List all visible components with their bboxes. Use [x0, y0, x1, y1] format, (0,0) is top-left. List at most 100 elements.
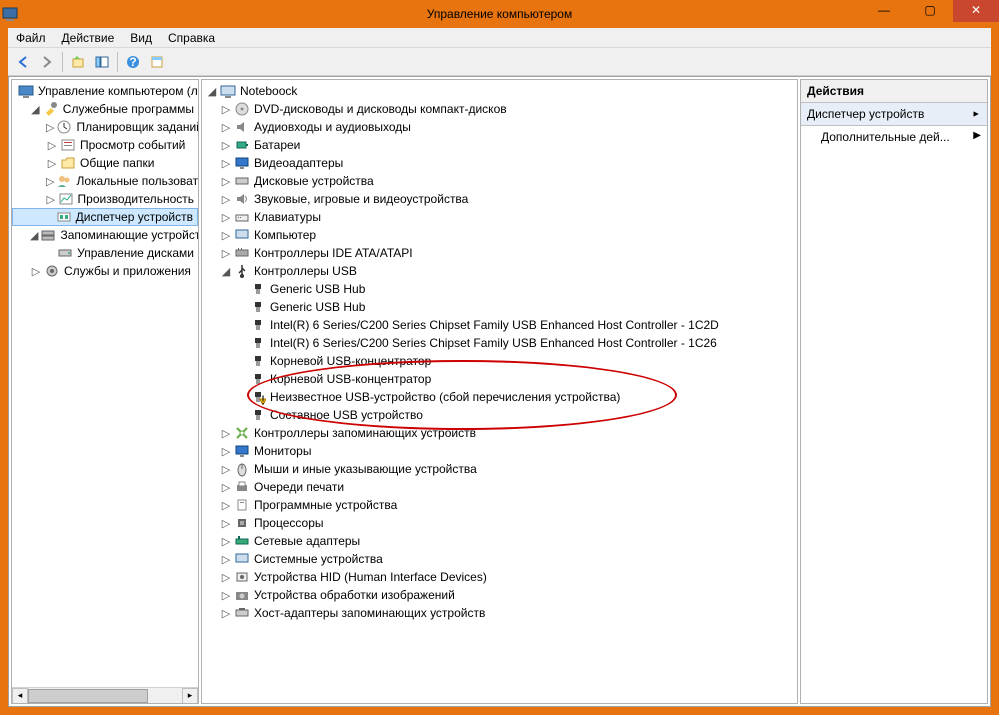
device-cat-system[interactable]: ▷Системные устройства	[202, 550, 797, 568]
storage-icon	[40, 227, 56, 243]
device-usb-unknown[interactable]: !Неизвестное USB-устройство (сбой перечи…	[202, 388, 797, 406]
tree-item-services-apps[interactable]: ▷ Службы и приложения	[12, 262, 198, 280]
camera-icon	[234, 587, 250, 603]
svg-text:?: ?	[129, 55, 136, 69]
device-tree[interactable]: ◢ Noteboock ▷DVD-дисководы и дисководы к…	[202, 80, 797, 624]
device-cat-mice[interactable]: ▷Мыши и иные указывающие устройства	[202, 460, 797, 478]
expand-icon[interactable]: ▷	[46, 139, 58, 152]
show-hide-tree-button[interactable]	[91, 51, 113, 73]
tree-label: Неизвестное USB-устройство (сбой перечис…	[268, 390, 620, 404]
device-usb-hub[interactable]: Generic USB Hub	[202, 280, 797, 298]
menu-view[interactable]: Вид	[122, 29, 160, 47]
device-cat-software[interactable]: ▷Программные устройства	[202, 496, 797, 514]
device-cat-keyboard[interactable]: ▷Клавиатуры	[202, 208, 797, 226]
horizontal-scrollbar[interactable]: ◂ ▸	[12, 687, 198, 703]
collapse-icon[interactable]: ◢	[30, 229, 38, 242]
expand-icon[interactable]: ▷	[30, 265, 42, 278]
menu-file[interactable]: Файл	[8, 29, 54, 47]
tree-item-shared-folders[interactable]: ▷ Общие папки	[12, 154, 198, 172]
tree-item-device-manager[interactable]: Диспетчер устройств	[12, 208, 198, 226]
collapse-icon[interactable]: ◢	[206, 85, 218, 98]
device-cat-host-adapters[interactable]: ▷Хост-адаптеры запоминающих устройств	[202, 604, 797, 622]
device-usb-controller[interactable]: Intel(R) 6 Series/C200 Series Chipset Fa…	[202, 334, 797, 352]
tree-label: Generic USB Hub	[268, 300, 365, 314]
usb-plug-icon	[250, 335, 266, 351]
tree-label: Intel(R) 6 Series/C200 Series Chipset Fa…	[268, 336, 717, 350]
device-cat-video[interactable]: ▷Видеоадаптеры	[202, 154, 797, 172]
performance-icon	[58, 191, 74, 207]
menu-action[interactable]: Действие	[54, 29, 123, 47]
folder-icon	[60, 155, 76, 171]
tree-label: Управление компьютером (л	[36, 84, 198, 98]
device-usb-root-hub[interactable]: Корневой USB-концентратор	[202, 370, 797, 388]
device-cat-network[interactable]: ▷Сетевые адаптеры	[202, 532, 797, 550]
up-button[interactable]	[67, 51, 89, 73]
close-button[interactable]: ✕	[953, 0, 999, 22]
tree-item-storage[interactable]: ◢ Запоминающие устройст	[12, 226, 198, 244]
device-cat-sound[interactable]: ▷Звуковые, игровые и видеоустройства	[202, 190, 797, 208]
tree-item-computer-management[interactable]: Управление компьютером (л	[12, 82, 198, 100]
title-bar: Управление компьютером — ▢ ✕	[0, 0, 999, 28]
tree-item-performance[interactable]: ▷ Производительность	[12, 190, 198, 208]
tree-label: Диспетчер устройств	[74, 210, 193, 224]
properties-button[interactable]	[146, 51, 168, 73]
device-cat-usb[interactable]: ◢Контроллеры USB	[202, 262, 797, 280]
device-usb-root-hub[interactable]: Корневой USB-концентратор	[202, 352, 797, 370]
device-cat-storage-controllers[interactable]: ▷Контроллеры запоминающих устройств	[202, 424, 797, 442]
computer-icon	[234, 227, 250, 243]
expand-icon[interactable]: ▷	[46, 175, 54, 188]
collapse-icon[interactable]: ◢	[30, 103, 41, 116]
device-cat-battery[interactable]: ▷Батареи	[202, 136, 797, 154]
scope-tree[interactable]: Управление компьютером (л ◢ Служебные пр…	[12, 80, 198, 282]
device-cat-computer[interactable]: ▷Компьютер	[202, 226, 797, 244]
back-button[interactable]	[12, 51, 34, 73]
chevron-right-icon: ▶	[973, 130, 981, 144]
scroll-thumb[interactable]	[28, 689, 148, 703]
minimize-button[interactable]: —	[861, 0, 907, 22]
device-cat-disk[interactable]: ▷Дисковые устройства	[202, 172, 797, 190]
device-cat-imaging[interactable]: ▷Устройства обработки изображений	[202, 586, 797, 604]
tree-label: Корневой USB-концентратор	[268, 372, 431, 386]
collapse-icon[interactable]: ▲	[972, 110, 982, 119]
device-cat-print-queues[interactable]: ▷Очереди печати	[202, 478, 797, 496]
device-cat-audio[interactable]: ▷Аудиовходы и аудиовыходы	[202, 118, 797, 136]
tree-item-local-users[interactable]: ▷ Локальные пользовате	[12, 172, 198, 190]
tree-label: Батареи	[252, 138, 300, 152]
tree-item-event-viewer[interactable]: ▷ Просмотр событий	[12, 136, 198, 154]
speaker-icon	[234, 191, 250, 207]
device-usb-hub[interactable]: Generic USB Hub	[202, 298, 797, 316]
tree-item-system-tools[interactable]: ◢ Служебные программы	[12, 100, 198, 118]
device-cat-monitors[interactable]: ▷Мониторы	[202, 442, 797, 460]
tree-label: Планировщик заданий	[74, 120, 199, 134]
device-cat-dvd[interactable]: ▷DVD-дисководы и дисководы компакт-диско…	[202, 100, 797, 118]
expand-icon[interactable]: ▷	[46, 193, 56, 206]
tree-label: Процессоры	[252, 516, 324, 530]
actions-section[interactable]: Диспетчер устройств ▲	[801, 103, 987, 126]
device-usb-controller[interactable]: Intel(R) 6 Series/C200 Series Chipset Fa…	[202, 316, 797, 334]
tree-item-scheduler[interactable]: ▷ Планировщик заданий	[12, 118, 198, 136]
device-cat-hid[interactable]: ▷Устройства HID (Human Interface Devices…	[202, 568, 797, 586]
content-area: Управление компьютером (л ◢ Служебные пр…	[8, 76, 991, 707]
tree-label: Видеоадаптеры	[252, 156, 343, 170]
actions-more[interactable]: Дополнительные дей... ▶	[801, 126, 987, 148]
scroll-left-button[interactable]: ◂	[12, 688, 28, 704]
device-root[interactable]: ◢ Noteboock	[202, 82, 797, 100]
usb-plug-icon	[250, 371, 266, 387]
tree-item-disk-management[interactable]: Управление дисками	[12, 244, 198, 262]
services-icon	[44, 263, 60, 279]
device-cat-cpu[interactable]: ▷Процессоры	[202, 514, 797, 532]
expand-icon[interactable]: ▷	[46, 157, 58, 170]
expand-icon[interactable]: ▷	[46, 121, 54, 134]
forward-button[interactable]	[36, 51, 58, 73]
tree-label: Мониторы	[252, 444, 311, 458]
tree-label: Программные устройства	[252, 498, 397, 512]
audio-icon	[234, 119, 250, 135]
collapse-icon[interactable]: ◢	[220, 265, 232, 278]
menu-help[interactable]: Справка	[160, 29, 223, 47]
maximize-button[interactable]: ▢	[907, 0, 953, 22]
device-cat-ide[interactable]: ▷Контроллеры IDE ATA/ATAPI	[202, 244, 797, 262]
scroll-right-button[interactable]: ▸	[182, 688, 198, 704]
tree-label: Производительность	[76, 192, 194, 206]
device-usb-composite[interactable]: Составное USB устройство	[202, 406, 797, 424]
help-button[interactable]: ?	[122, 51, 144, 73]
